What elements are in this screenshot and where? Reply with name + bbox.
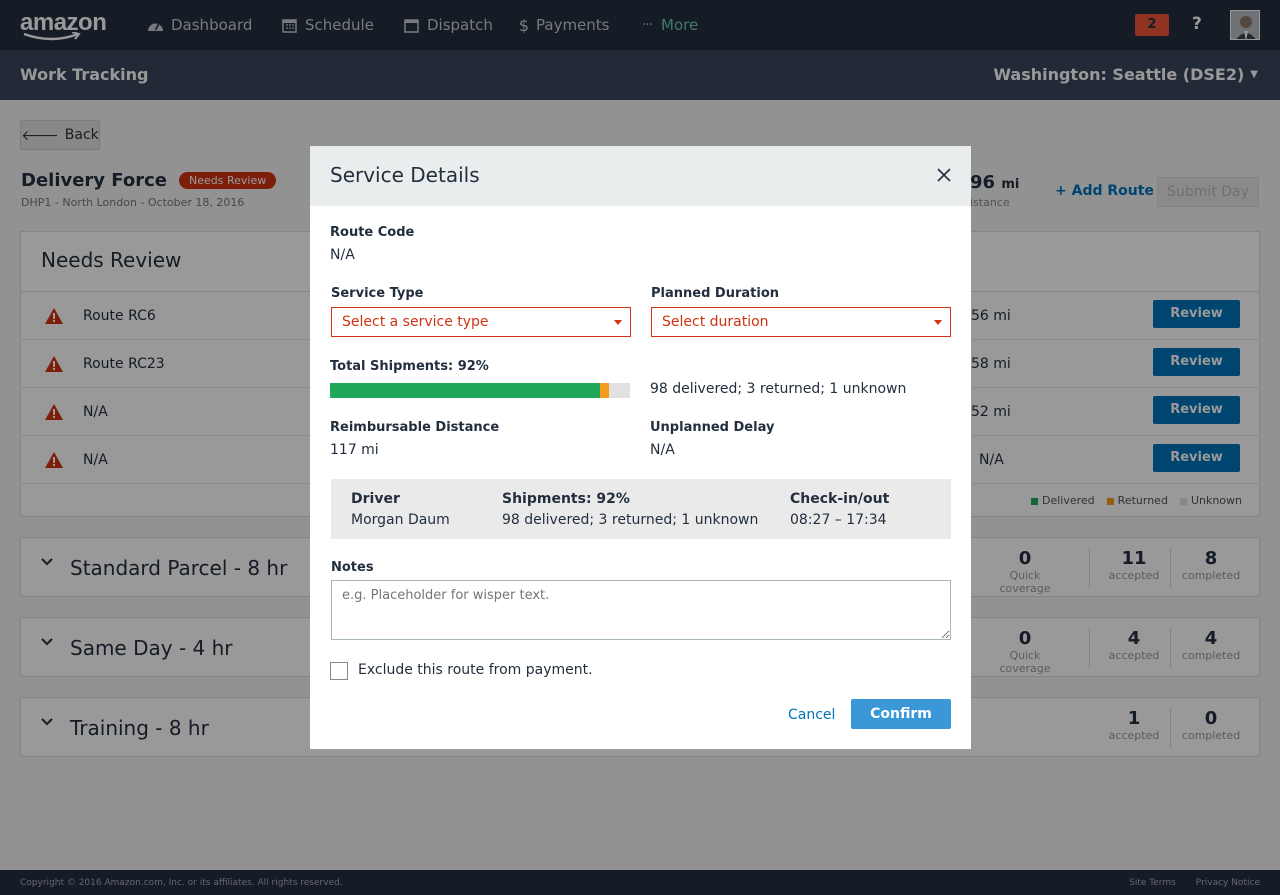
driver-summary-panel: Driver Morgan Daum Shipments: 92% 98 del… <box>331 479 951 539</box>
checkin-value: 08:27 – 17:34 <box>790 512 887 528</box>
shipments-summary: 98 delivered; 3 returned; 1 unknown <box>650 381 907 397</box>
checkin-label: Check-in/out <box>790 491 890 507</box>
shipments-progress-bar <box>330 383 630 398</box>
exclude-route-checkbox[interactable] <box>330 662 348 680</box>
route-code-label: Route Code <box>330 225 415 240</box>
notes-textarea[interactable] <box>331 580 951 640</box>
progress-returned <box>600 383 609 398</box>
confirm-button[interactable]: Confirm <box>851 699 951 729</box>
driver-value: Morgan Daum <box>351 512 450 528</box>
caret-down-icon <box>614 320 622 325</box>
unplanned-delay-value: N/A <box>650 442 675 458</box>
total-shipments-label: Total Shipments: 92% <box>330 359 489 374</box>
reimbursable-distance-label: Reimbursable Distance <box>330 420 500 435</box>
cancel-button[interactable]: Cancel <box>788 707 835 723</box>
dialog-title: Service Details <box>330 163 480 187</box>
planned-duration-placeholder: Select duration <box>662 314 769 330</box>
planned-duration-select[interactable]: Select duration <box>651 307 951 337</box>
service-type-label: Service Type <box>331 286 424 301</box>
reimbursable-distance-value: 117 mi <box>330 442 379 458</box>
service-type-select[interactable]: Select a service type <box>331 307 631 337</box>
caret-down-icon <box>934 320 942 325</box>
driver-label: Driver <box>351 491 400 507</box>
service-type-placeholder: Select a service type <box>342 314 489 330</box>
unplanned-delay-label: Unplanned Delay <box>650 420 775 435</box>
service-details-dialog: Service Details Route Code N/A Service T… <box>310 146 971 749</box>
dialog-header: Service Details <box>310 146 971 206</box>
exclude-route-label[interactable]: Exclude this route from payment. <box>358 662 593 678</box>
progress-delivered <box>330 383 600 398</box>
progress-unknown <box>609 383 630 398</box>
close-icon[interactable] <box>937 168 951 182</box>
summary-shipments-value: 98 delivered; 3 returned; 1 unknown <box>502 512 759 528</box>
planned-duration-label: Planned Duration <box>651 286 780 301</box>
summary-shipments-label: Shipments: 92% <box>502 491 630 507</box>
notes-label: Notes <box>331 560 374 575</box>
route-code-value: N/A <box>330 247 355 263</box>
